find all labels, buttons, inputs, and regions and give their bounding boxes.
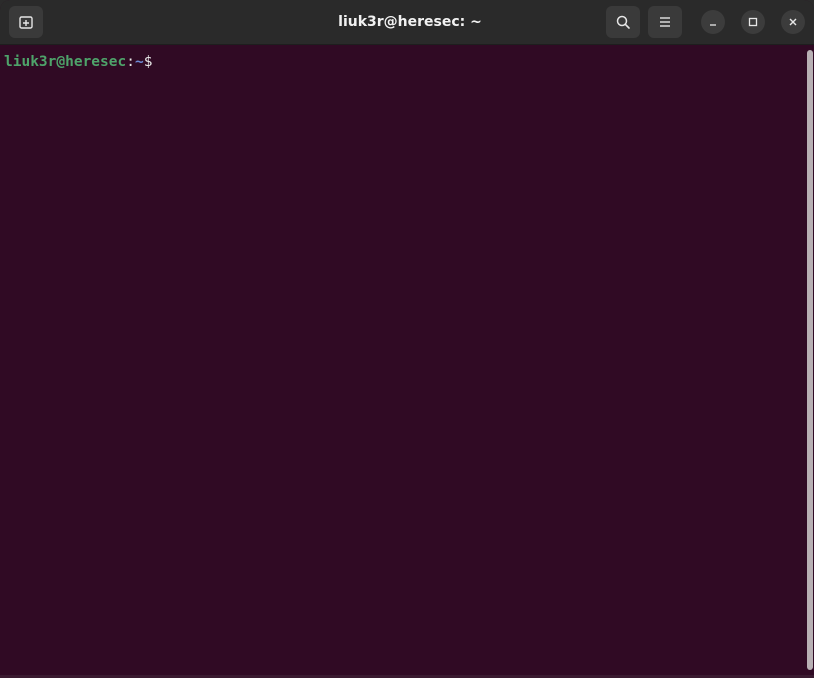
prompt-colon: : bbox=[126, 54, 135, 70]
close-button[interactable] bbox=[781, 10, 805, 34]
minimize-button[interactable] bbox=[701, 10, 725, 34]
new-tab-button[interactable] bbox=[9, 6, 43, 38]
window-title: liuk3r@heresec: ~ bbox=[338, 14, 482, 30]
minimize-icon bbox=[710, 24, 716, 26]
maximize-button[interactable] bbox=[741, 10, 765, 34]
prompt-user-host: liuk3r@heresec bbox=[4, 54, 127, 70]
close-icon bbox=[789, 18, 797, 26]
terminal-window: liuk3r@heresec: ~ liuk3r@heresec:~$ bbox=[0, 0, 814, 678]
search-icon bbox=[616, 15, 630, 29]
new-tab-icon bbox=[19, 16, 33, 29]
vertical-scrollbar[interactable] bbox=[806, 45, 814, 678]
prompt-path: ~ bbox=[134, 54, 144, 70]
shell-prompt: liuk3r@heresec:~$ bbox=[4, 53, 152, 71]
prompt-symbol: $ bbox=[143, 54, 153, 70]
terminal-area[interactable]: liuk3r@heresec:~$ bbox=[0, 45, 806, 678]
title-bar[interactable]: liuk3r@heresec: ~ bbox=[0, 0, 814, 45]
search-button[interactable] bbox=[606, 6, 640, 38]
menu-button[interactable] bbox=[648, 6, 682, 38]
maximize-icon bbox=[748, 17, 758, 27]
hamburger-menu-icon bbox=[660, 17, 670, 27]
scrollbar-thumb[interactable] bbox=[807, 50, 813, 670]
